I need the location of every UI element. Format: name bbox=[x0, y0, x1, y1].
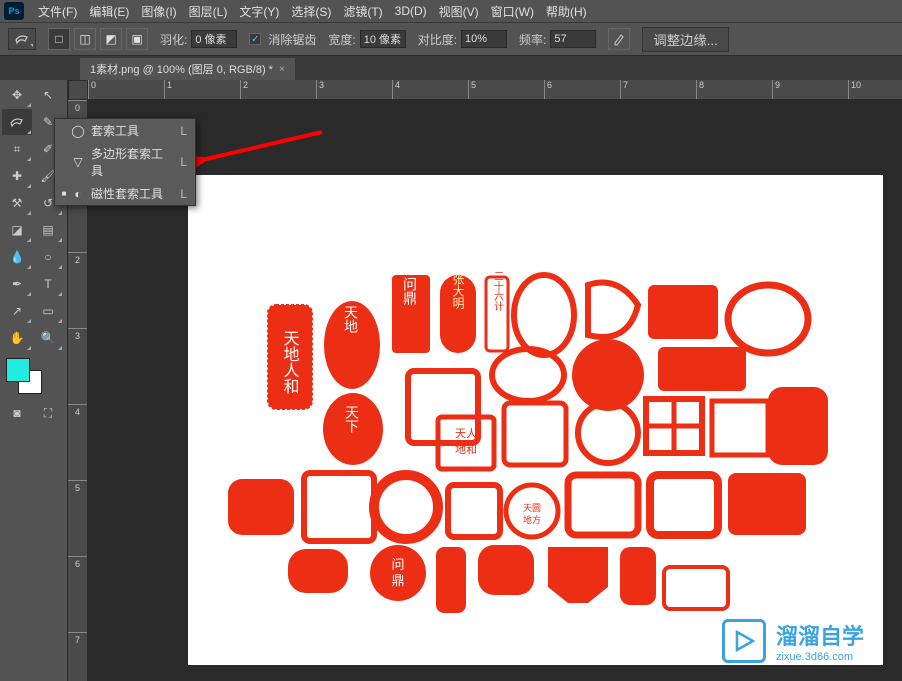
frequency-input[interactable] bbox=[550, 30, 596, 48]
menu-bar: Ps 文件(F) 编辑(E) 图像(I) 图层(L) 文字(Y) 选择(S) 滤… bbox=[0, 0, 902, 22]
menu-help[interactable]: 帮助(H) bbox=[540, 1, 593, 22]
selection-subtract-icon[interactable]: ◩ bbox=[100, 28, 122, 50]
color-swatches[interactable] bbox=[6, 358, 42, 394]
move-tool[interactable]: ✥ bbox=[2, 82, 32, 108]
artboard-tool[interactable]: ↖ bbox=[33, 82, 63, 108]
ps-logo: Ps bbox=[4, 2, 24, 20]
type-tool[interactable]: T bbox=[33, 271, 63, 297]
menu-image[interactable]: 图像(I) bbox=[135, 1, 182, 22]
svg-text:天地人和: 天地人和 bbox=[281, 330, 300, 394]
lasso-icon: ◯ bbox=[69, 124, 87, 138]
svg-text:鼎: 鼎 bbox=[391, 573, 404, 588]
options-bar: □ ◫ ◩ ▣ 羽化: 消除锯齿 宽度: 对比度: 频率: 调整边缘... bbox=[0, 22, 902, 56]
menu-file[interactable]: 文件(F) bbox=[32, 1, 83, 22]
magnetic-lasso-icon: ◐ bbox=[69, 187, 87, 201]
polygon-lasso-tool-option[interactable]: ▽ 多边形套索工具 L bbox=[55, 142, 195, 182]
watermark: 溜溜自学 zixue.3d66.com bbox=[722, 619, 864, 663]
selection-intersect-icon[interactable]: ▣ bbox=[126, 28, 148, 50]
menu-edit[interactable]: 编辑(E) bbox=[83, 1, 135, 22]
menu-view[interactable]: 视图(V) bbox=[433, 1, 485, 22]
horizontal-ruler[interactable]: 012 345 678 910 bbox=[88, 80, 902, 100]
pen-pressure-icon[interactable] bbox=[608, 28, 630, 50]
svg-text:天下: 天下 bbox=[344, 405, 360, 433]
pen-tool[interactable]: ✒ bbox=[2, 271, 32, 297]
magnetic-lasso-tool-option[interactable]: ■ ◐ 磁性套索工具 L bbox=[55, 182, 195, 205]
ruler-origin[interactable] bbox=[68, 80, 88, 100]
selection-add-icon[interactable]: ◫ bbox=[74, 28, 96, 50]
close-tab-icon[interactable]: × bbox=[279, 64, 285, 75]
menu-filter[interactable]: 滤镜(T) bbox=[337, 1, 388, 22]
svg-text:三十六计: 三十六计 bbox=[492, 271, 504, 312]
blur-tool[interactable]: 💧 bbox=[2, 244, 32, 270]
frequency-label: 频率: bbox=[519, 31, 546, 48]
lasso-tool-flyout: ◯ 套索工具 L ▽ 多边形套索工具 L ■ ◐ 磁性套索工具 L bbox=[54, 118, 196, 206]
antialias-label: 消除锯齿 bbox=[268, 31, 316, 48]
zoom-tool[interactable]: 🔍 bbox=[33, 325, 63, 351]
play-icon bbox=[722, 619, 766, 663]
selection-new-icon[interactable]: □ bbox=[48, 28, 70, 50]
annotation-arrow bbox=[192, 126, 332, 176]
menu-3d[interactable]: 3D(D) bbox=[389, 2, 433, 20]
gradient-tool[interactable]: ▤ bbox=[33, 217, 63, 243]
menu-select[interactable]: 选择(S) bbox=[285, 1, 337, 22]
document-tab-title: 1素材.png @ 100% (图层 0, RGB/8) * bbox=[90, 61, 273, 77]
width-label: 宽度: bbox=[328, 31, 355, 48]
menu-layer[interactable]: 图层(L) bbox=[183, 1, 234, 22]
svg-text:地和: 地和 bbox=[455, 443, 477, 456]
lasso-tool[interactable] bbox=[2, 109, 32, 135]
svg-text:天地: 天地 bbox=[343, 305, 359, 333]
dodge-tool[interactable]: ○ bbox=[33, 244, 63, 270]
feather-label: 羽化: bbox=[160, 31, 187, 48]
clone-stamp-tool[interactable]: ⚒ bbox=[2, 190, 32, 216]
svg-text:天圆: 天圆 bbox=[523, 503, 541, 513]
svg-text:地方: 地方 bbox=[523, 514, 541, 525]
selection-mode-group: □ ◫ ◩ ▣ bbox=[48, 28, 148, 50]
svg-text:问鼎: 问鼎 bbox=[402, 277, 418, 306]
crop-tool[interactable]: ⌗ bbox=[2, 136, 32, 162]
selected-indicator-icon: ■ bbox=[59, 189, 69, 198]
menu-type[interactable]: 文字(Y) bbox=[233, 1, 285, 22]
polygon-lasso-icon: ▽ bbox=[69, 155, 87, 169]
watermark-title: 溜溜自学 bbox=[776, 619, 864, 651]
stamps-artwork: 天地人和 天地 问鼎 张大明 三十六计 天下 天人 地和 天圆 地方 问 鼎 bbox=[188, 175, 883, 665]
menu-window[interactable]: 窗口(W) bbox=[485, 1, 540, 22]
watermark-url: zixue.3d66.com bbox=[776, 651, 864, 663]
path-selection-tool[interactable]: ↗ bbox=[2, 298, 32, 324]
screen-mode-toggle[interactable]: ⛶ bbox=[33, 400, 63, 426]
hand-tool[interactable]: ✋ bbox=[2, 325, 32, 351]
document-tabs: 1素材.png @ 100% (图层 0, RGB/8) * × bbox=[0, 56, 902, 80]
svg-text:张大明: 张大明 bbox=[451, 273, 465, 310]
width-input[interactable] bbox=[360, 30, 406, 48]
document-canvas[interactable]: 天地人和 天地 问鼎 张大明 三十六计 天下 天人 地和 天圆 地方 问 鼎 bbox=[188, 175, 883, 665]
tool-preset-picker[interactable] bbox=[8, 28, 36, 50]
lasso-tool-option[interactable]: ◯ 套索工具 L bbox=[55, 119, 195, 142]
quick-mask-toggle[interactable]: ◙ bbox=[2, 400, 32, 426]
svg-text:天人: 天人 bbox=[455, 427, 477, 440]
contrast-input[interactable] bbox=[461, 30, 507, 48]
eraser-tool[interactable]: ◪ bbox=[2, 217, 32, 243]
foreground-color[interactable] bbox=[6, 358, 30, 382]
document-tab[interactable]: 1素材.png @ 100% (图层 0, RGB/8) * × bbox=[80, 58, 295, 80]
antialias-checkbox[interactable] bbox=[249, 33, 261, 45]
healing-brush-tool[interactable]: ✚ bbox=[2, 163, 32, 189]
shape-tool[interactable]: ▭ bbox=[33, 298, 63, 324]
contrast-label: 对比度: bbox=[418, 31, 457, 48]
refine-edge-button[interactable]: 调整边缘... bbox=[642, 27, 728, 52]
svg-text:问: 问 bbox=[391, 557, 404, 572]
feather-input[interactable] bbox=[191, 30, 237, 48]
